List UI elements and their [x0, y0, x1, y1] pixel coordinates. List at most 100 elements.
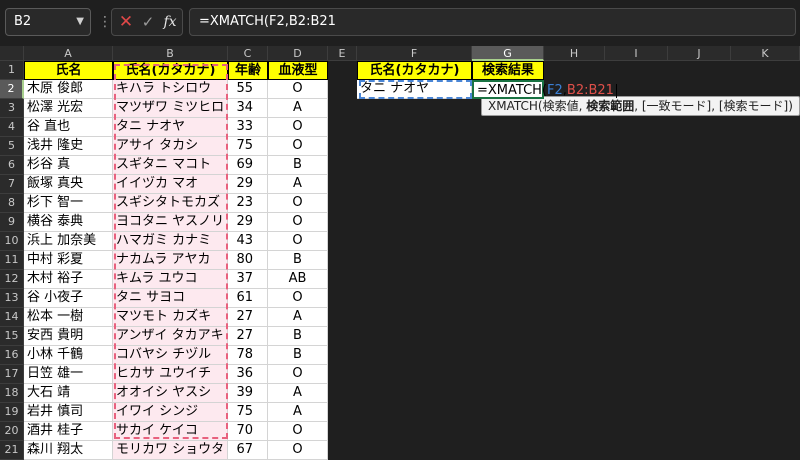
cell-age[interactable]: 27	[228, 308, 268, 327]
column-header-e[interactable]: E	[328, 46, 357, 61]
row-header-15[interactable]: 15	[0, 327, 24, 346]
table-header-1[interactable]: 氏名(カタカナ)	[113, 61, 228, 80]
row-header-8[interactable]: 8	[0, 194, 24, 213]
cell-age[interactable]: 37	[228, 270, 268, 289]
name-box[interactable]: B2 ▼	[5, 8, 91, 36]
row-header-20[interactable]: 20	[0, 422, 24, 441]
table-header-3[interactable]: 血液型	[268, 61, 328, 80]
close-icon[interactable]: ✕	[115, 9, 137, 35]
insert-function-button[interactable]: fx	[159, 9, 181, 35]
cell-blood[interactable]: O	[268, 441, 328, 460]
cell-kana[interactable]: ヒカサ ユウイチ	[113, 365, 228, 384]
cell-age[interactable]: 36	[228, 365, 268, 384]
cell-age[interactable]: 29	[228, 175, 268, 194]
cell-kana[interactable]: ハマガミ カナミ	[113, 232, 228, 251]
cell-name[interactable]: 松澤 光宏	[24, 99, 113, 118]
cell-age[interactable]: 80	[228, 251, 268, 270]
table-header-2[interactable]: 年齢	[228, 61, 268, 80]
cell-age[interactable]: 61	[228, 289, 268, 308]
cell-kana[interactable]: アンザイ タカアキ	[113, 327, 228, 346]
cell-age[interactable]: 29	[228, 213, 268, 232]
cell-kana[interactable]: スギシタトモカズ	[113, 194, 228, 213]
tooltip-arg-lookup-value[interactable]: 検索値,	[543, 99, 587, 113]
tooltip-arg-lookup-array[interactable]: 検索範囲	[586, 99, 634, 113]
chevron-down-icon[interactable]: ▼	[76, 9, 84, 35]
cell-kana[interactable]: ヨコタニ ヤスノリ	[113, 213, 228, 232]
cell-blood[interactable]: O	[268, 137, 328, 156]
cell-blood[interactable]: O	[268, 194, 328, 213]
column-header-g[interactable]: G	[472, 46, 544, 61]
column-header-f[interactable]: F	[357, 46, 472, 61]
cell-kana[interactable]: タニ ナオヤ	[113, 118, 228, 137]
cell-age[interactable]: 33	[228, 118, 268, 137]
row-header-16[interactable]: 16	[0, 346, 24, 365]
row-header-9[interactable]: 9	[0, 213, 24, 232]
cell-age[interactable]: 23	[228, 194, 268, 213]
cell-kana[interactable]: サカイ ケイコ	[113, 422, 228, 441]
cell-blood[interactable]: A	[268, 175, 328, 194]
cell-name[interactable]: 谷 直也	[24, 118, 113, 137]
cell-blood[interactable]: O	[268, 289, 328, 308]
cell-kana[interactable]: ナカムラ アヤカ	[113, 251, 228, 270]
cell-age[interactable]: 43	[228, 232, 268, 251]
cell-age[interactable]: 69	[228, 156, 268, 175]
cell-blood[interactable]: B	[268, 156, 328, 175]
row-header-7[interactable]: 7	[0, 175, 24, 194]
cell-name[interactable]: 安西 貴明	[24, 327, 113, 346]
row-header-14[interactable]: 14	[0, 308, 24, 327]
cell-name[interactable]: 飯塚 真央	[24, 175, 113, 194]
cell-kana[interactable]: イイヅカ マオ	[113, 175, 228, 194]
cell-age[interactable]: 55	[228, 80, 268, 99]
cell-age[interactable]: 75	[228, 137, 268, 156]
row-header-11[interactable]: 11	[0, 251, 24, 270]
cell-blood[interactable]: B	[268, 251, 328, 270]
cell-blood[interactable]: O	[268, 365, 328, 384]
row-header-21[interactable]: 21	[0, 441, 24, 460]
column-header-k[interactable]: K	[731, 46, 800, 61]
cell-kana[interactable]: キムラ ユウコ	[113, 270, 228, 289]
cell-kana[interactable]: モリカワ ショウタ	[113, 441, 228, 460]
cell-name[interactable]: 小林 千鶴	[24, 346, 113, 365]
more-options-icon[interactable]: ⋮	[98, 10, 112, 34]
cell-blood[interactable]: A	[268, 99, 328, 118]
cell-name[interactable]: 杉下 智一	[24, 194, 113, 213]
row-header-19[interactable]: 19	[0, 403, 24, 422]
cell-age[interactable]: 67	[228, 441, 268, 460]
cell-kana[interactable]: スギタニ マコト	[113, 156, 228, 175]
cell-age[interactable]: 78	[228, 346, 268, 365]
row-header-5[interactable]: 5	[0, 137, 24, 156]
cell-blood[interactable]: O	[268, 232, 328, 251]
cell-blood[interactable]: O	[268, 213, 328, 232]
cell-blood[interactable]: O	[268, 80, 328, 99]
cell-blood[interactable]: O	[268, 422, 328, 441]
cell-name[interactable]: 大石 靖	[24, 384, 113, 403]
cell-kana[interactable]: アサイ タカシ	[113, 137, 228, 156]
cell-kana[interactable]: マツザワ ミツヒロ	[113, 99, 228, 118]
cell-blood[interactable]: B	[268, 346, 328, 365]
cell-name[interactable]: 岩井 慎司	[24, 403, 113, 422]
cell-age[interactable]: 75	[228, 403, 268, 422]
select-all-corner[interactable]	[0, 46, 24, 61]
row-header-4[interactable]: 4	[0, 118, 24, 137]
column-header-b[interactable]: B	[113, 46, 228, 61]
cell-name[interactable]: 浜上 加奈美	[24, 232, 113, 251]
cell-name[interactable]: 木原 俊郎	[24, 80, 113, 99]
lookup-header-result[interactable]: 検索結果	[472, 61, 544, 80]
column-header-c[interactable]: C	[228, 46, 268, 61]
cell-name[interactable]: 日笠 雄一	[24, 365, 113, 384]
cell-name[interactable]: 杉谷 真	[24, 156, 113, 175]
formula-input[interactable]: =XMATCH(F2,B2:B21	[189, 8, 796, 36]
cell-blood[interactable]: A	[268, 308, 328, 327]
cell-blood[interactable]: AB	[268, 270, 328, 289]
row-header-17[interactable]: 17	[0, 365, 24, 384]
column-header-j[interactable]: J	[668, 46, 731, 61]
cell-name[interactable]: 森川 翔太	[24, 441, 113, 460]
cell-blood[interactable]: A	[268, 384, 328, 403]
cell-name[interactable]: 木村 裕子	[24, 270, 113, 289]
cell-kana[interactable]: イワイ シンジ	[113, 403, 228, 422]
lookup-result-editing-cell[interactable]: =XMATCH(F2,B2:B21	[472, 80, 617, 99]
lookup-header-key[interactable]: 氏名(カタカナ)	[357, 61, 472, 80]
cell-kana[interactable]: タニ サヨコ	[113, 289, 228, 308]
row-header-13[interactable]: 13	[0, 289, 24, 308]
row-header-12[interactable]: 12	[0, 270, 24, 289]
